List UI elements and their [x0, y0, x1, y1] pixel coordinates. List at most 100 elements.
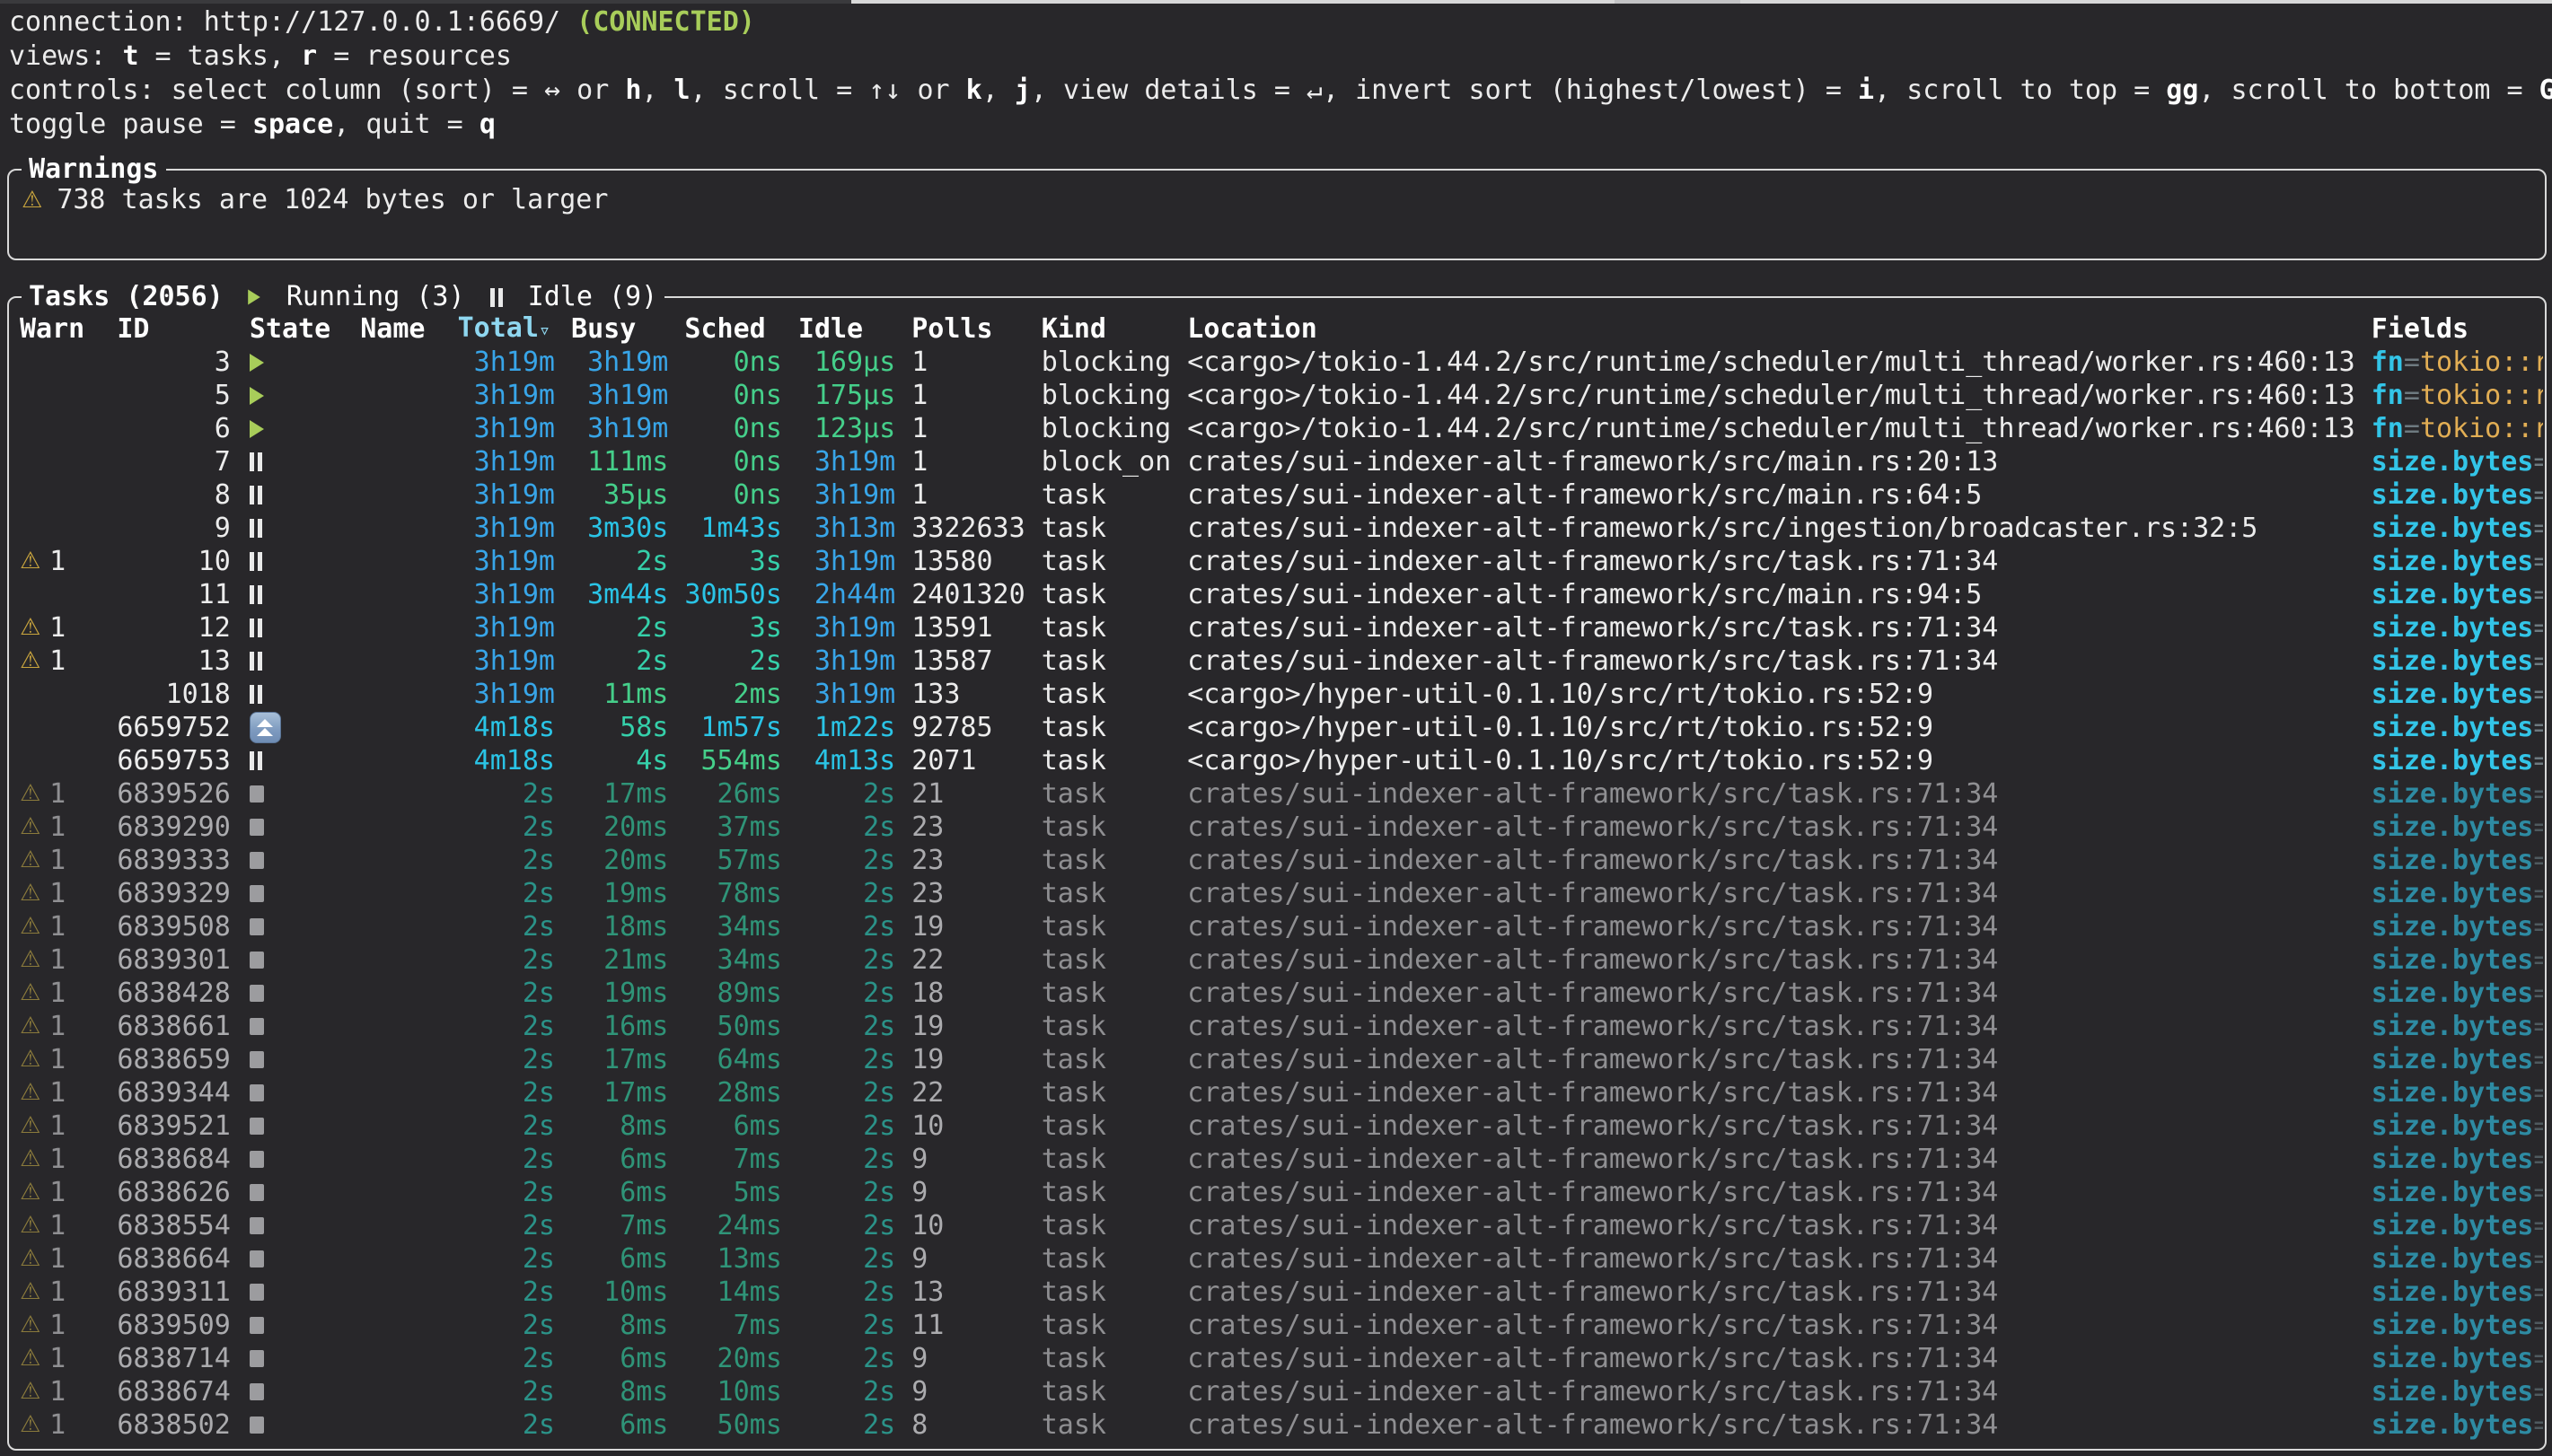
table-row[interactable]: 5 3h19m 3h19m 0ns 175µs 1blocking<cargo>… [20, 379, 2543, 412]
table-row[interactable]: ⚠16839344 2s 17ms 28ms 2s 22taskcrates/s… [20, 1076, 2543, 1110]
completed-icon [250, 1151, 264, 1168]
warning-count: 1 [49, 1010, 66, 1043]
field-key: size.bytes [2372, 745, 2534, 776]
table-row[interactable]: 7 3h19m 111ms 0ns 3h19m 1block_oncrates/… [20, 445, 2543, 478]
cell-total: 2s [458, 777, 555, 811]
cell-id: 6839521 [117, 1110, 230, 1143]
field-value: tokio::r [2420, 413, 2543, 444]
table-row[interactable]: ⚠16838428 2s 19ms 89ms 2s 18taskcrates/s… [20, 977, 2543, 1010]
field-key: size.bytes [2372, 845, 2534, 876]
table-row[interactable]: ⚠16839509 2s 8ms 7ms 2s 11taskcrates/sui… [20, 1309, 2543, 1342]
status-text: , [641, 75, 673, 106]
cell-polls: 23 [911, 811, 1041, 844]
table-row[interactable]: 9 3h19m 3m30s 1m43s 3h13m 3322633taskcra… [20, 512, 2543, 545]
table-row[interactable]: 6 3h19m 3h19m 0ns 123µs 1blocking<cargo>… [20, 412, 2543, 445]
cell-idle: 2s [798, 1176, 895, 1209]
column-header-fields[interactable]: Fields [2372, 312, 2543, 346]
running-count-label: Running (3) [270, 280, 481, 314]
cell-polls: 2401320 [911, 578, 1041, 611]
sort-indicator-icon: ▿ [539, 320, 550, 342]
table-row[interactable]: ⚠113 3h19m 2s 2s 3h19m 13587taskcrates/s… [20, 645, 2543, 678]
status-text: , scroll to bottom = [2198, 75, 2539, 106]
cell-state [247, 785, 360, 803]
table-row[interactable]: ⚠16838664 2s 6ms 13ms 2s 9taskcrates/sui… [20, 1242, 2543, 1276]
table-row[interactable]: 6659753 4m18s 4s 554ms 4m13s 2071task<ca… [20, 744, 2543, 777]
table-row[interactable]: ⚠16838714 2s 6ms 20ms 2s 9taskcrates/sui… [20, 1342, 2543, 1375]
completed-icon [250, 1184, 264, 1201]
cell-fields: size.bytes= [2372, 943, 2543, 977]
column-header-warn[interactable]: Warn [20, 312, 117, 346]
cell-location: crates/sui-indexer-alt-framework/src/mai… [1187, 578, 2371, 611]
cell-kind: task [1042, 545, 1188, 578]
column-header-sched[interactable]: Sched [684, 312, 781, 346]
warning-icon: ⚠ [20, 1209, 49, 1242]
column-header-location[interactable]: Location [1187, 312, 2371, 346]
status-text: k [966, 75, 982, 106]
table-row[interactable]: ⚠112 3h19m 2s 3s 3h19m 13591taskcrates/s… [20, 611, 2543, 645]
table-row[interactable]: 3 3h19m 3h19m 0ns 169µs 1blocking<cargo>… [20, 346, 2543, 379]
cell-location: crates/sui-indexer-alt-framework/src/tas… [1187, 910, 2371, 943]
table-row[interactable]: 6659752 4m18s 58s 1m57s 1m22s 92785task<… [20, 711, 2543, 744]
table-row[interactable]: ⚠16838554 2s 7ms 24ms 2s 10taskcrates/su… [20, 1209, 2543, 1242]
table-row[interactable]: ⚠16838502 2s 6ms 50ms 2s 8taskcrates/sui… [20, 1408, 2543, 1442]
table-row[interactable]: ⚠16839333 2s 20ms 57ms 2s 23taskcrates/s… [20, 844, 2543, 877]
running-icon [250, 420, 264, 438]
cell-sched: 3s [684, 545, 781, 578]
column-header-state[interactable]: State [247, 312, 360, 346]
column-header-polls[interactable]: Polls [911, 312, 1041, 346]
warning-icon: ⚠ [20, 910, 49, 943]
table-row[interactable]: 11 3h19m 3m44s 30m50s 2h44m 2401320taskc… [20, 578, 2543, 611]
table-row[interactable]: ⚠16838674 2s 8ms 10ms 2s 9taskcrates/sui… [20, 1375, 2543, 1408]
column-header-kind[interactable]: Kind [1042, 312, 1188, 346]
warning-count: 1 [49, 1276, 66, 1309]
cell-kind: task [1042, 578, 1188, 611]
cell-busy: 6ms [571, 1242, 668, 1276]
cell-polls: 1 [911, 412, 1041, 445]
cell-location: crates/sui-indexer-alt-framework/src/tas… [1187, 1043, 2371, 1076]
equals-sign: = [2533, 1077, 2543, 1109]
cell-warn: ⚠1 [20, 777, 117, 811]
cell-sched: 20ms [684, 1342, 781, 1375]
cell-id: 6839290 [117, 811, 230, 844]
table-row[interactable]: ⚠16838661 2s 16ms 50ms 2s 19taskcrates/s… [20, 1010, 2543, 1043]
table-row[interactable]: ⚠16839521 2s 8ms 6ms 2s 10taskcrates/sui… [20, 1110, 2543, 1143]
cell-total: 2s [458, 1143, 555, 1176]
table-row[interactable]: ⚠16838684 2s 6ms 7ms 2s 9taskcrates/sui-… [20, 1143, 2543, 1176]
cell-sched: 78ms [684, 877, 781, 910]
table-row[interactable]: ⚠16838626 2s 6ms 5ms 2s 9taskcrates/sui-… [20, 1176, 2543, 1209]
column-header-name[interactable]: Name [360, 312, 457, 346]
table-row[interactable]: ⚠16839508 2s 18ms 34ms 2s 19taskcrates/s… [20, 910, 2543, 943]
cell-id: 6659753 [117, 744, 230, 777]
table-row[interactable]: ⚠16839311 2s 10ms 14ms 2s 13taskcrates/s… [20, 1276, 2543, 1309]
table-row[interactable]: 8 3h19m 35µs 0ns 3h19m 1taskcrates/sui-i… [20, 478, 2543, 512]
column-header-total[interactable]: Total▿ [458, 312, 555, 346]
cell-id: 6838554 [117, 1209, 230, 1242]
column-header-idle[interactable]: Idle [798, 312, 895, 346]
cell-id: 6838659 [117, 1043, 230, 1076]
equals-sign: = [2533, 878, 2543, 909]
cell-total: 2s [458, 1010, 555, 1043]
table-row[interactable]: ⚠16839290 2s 20ms 37ms 2s 23taskcrates/s… [20, 811, 2543, 844]
cell-sched: 5ms [684, 1176, 781, 1209]
table-row[interactable]: ⚠110 3h19m 2s 3s 3h19m 13580taskcrates/s… [20, 545, 2543, 578]
play-icon [248, 290, 260, 305]
table-row[interactable]: ⚠16839526 2s 17ms 26ms 2s 21taskcrates/s… [20, 777, 2543, 811]
cell-id: 6839301 [117, 943, 230, 977]
cell-polls: 22 [911, 1076, 1041, 1110]
equals-sign: = [2533, 1343, 2543, 1374]
cell-state [247, 952, 360, 969]
table-row[interactable]: ⚠16838659 2s 17ms 64ms 2s 19taskcrates/s… [20, 1043, 2543, 1076]
cell-state [247, 1383, 360, 1400]
cell-idle: 3h13m [798, 512, 895, 545]
column-header-id[interactable]: ID [117, 312, 230, 346]
field-key: size.bytes [2372, 1011, 2534, 1042]
column-header-busy[interactable]: Busy [571, 312, 668, 346]
cell-kind: task [1042, 1309, 1188, 1342]
cell-warn: ⚠1 [20, 1209, 117, 1242]
cell-idle: 3h19m [798, 678, 895, 711]
table-row[interactable]: ⚠16839301 2s 21ms 34ms 2s 22taskcrates/s… [20, 943, 2543, 977]
status-text: j [1015, 75, 1031, 106]
equals-sign: = [2533, 1177, 2543, 1208]
table-row[interactable]: ⚠16839329 2s 19ms 78ms 2s 23taskcrates/s… [20, 877, 2543, 910]
table-row[interactable]: 1018 3h19m 11ms 2ms 3h19m 133task<cargo>… [20, 678, 2543, 711]
